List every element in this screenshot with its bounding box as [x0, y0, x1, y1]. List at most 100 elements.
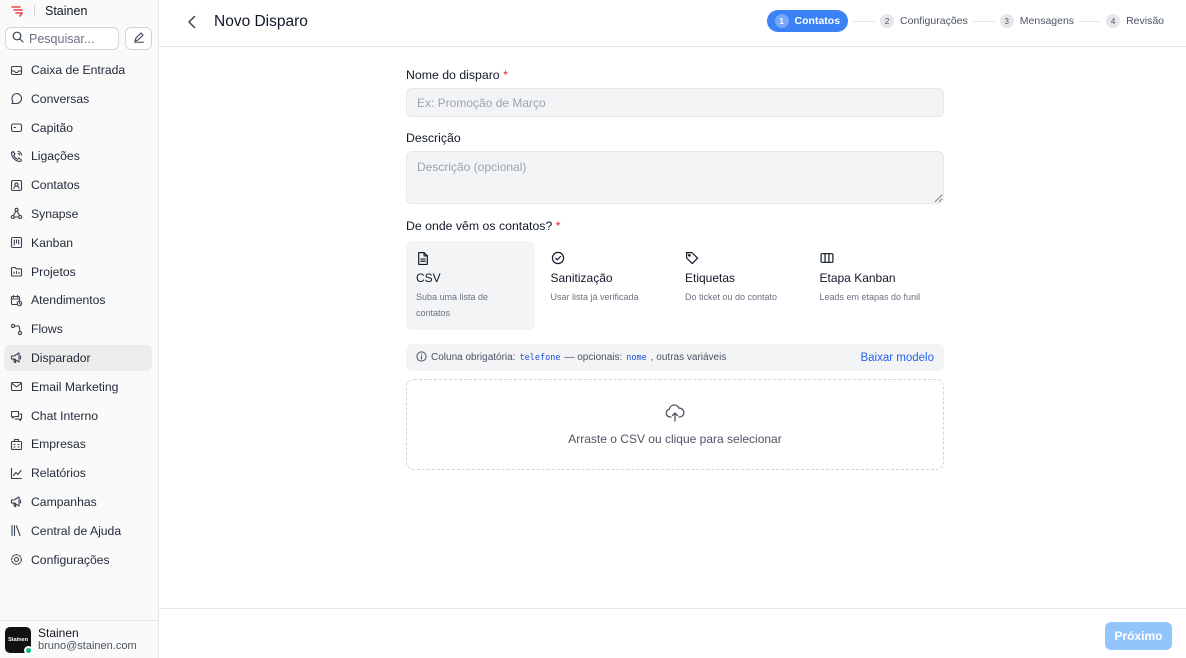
step-1[interactable]: 1 Contatos [766, 10, 849, 32]
sidebar-item-label: Projetos [31, 264, 76, 279]
gear-icon [10, 553, 23, 566]
chat-double-icon [10, 409, 23, 422]
back-arrow-icon[interactable] [184, 14, 200, 30]
avatar-text: Stainen [8, 636, 28, 643]
user-email: bruno@stainen.com [38, 640, 137, 652]
sidebar-item-kanban[interactable]: Kanban [4, 230, 152, 256]
sidebar-item-empresas[interactable]: Empresas [4, 431, 152, 457]
step-number: 4 [1106, 14, 1121, 28]
robot-icon [10, 121, 23, 134]
step-2[interactable]: 2 Configurações [880, 10, 968, 32]
next-button[interactable]: Próximo [1105, 622, 1172, 650]
sidebar-item-flows[interactable]: Flows [4, 316, 152, 342]
step-label: Mensagens [1019, 15, 1075, 27]
dispatch-form: Nome do disparo * Descrição De onde vêm … [406, 68, 944, 470]
sidebar-item-email-marketing[interactable]: Email Marketing [4, 374, 152, 400]
new-item-button[interactable] [125, 27, 152, 50]
description-textarea[interactable] [406, 151, 944, 204]
step-number: 3 [999, 14, 1014, 28]
wizard-stepper: 1 Contatos 2 Configurações 3 Mensagens 4 Revisã… [766, 10, 1164, 32]
sidebar-item-label: Caixa de Entrada [31, 63, 126, 77]
avatar: Stainen [5, 626, 33, 655]
sidebar-item-ligacoes[interactable]: Ligações [4, 143, 152, 169]
sidebar-item-label: Contatos [31, 178, 80, 193]
tag-icon [685, 251, 794, 265]
source-name: Etiquetas [685, 271, 736, 285]
contact-card-icon [10, 179, 23, 192]
sidebar-item-campanhas[interactable]: Campanhas [4, 489, 152, 515]
source-option-2[interactable]: Sanitização Usar lista já verificada [541, 241, 670, 330]
step-label: Revisão [1126, 15, 1164, 27]
source-label: De onde vêm os contatos? * [406, 219, 561, 233]
sidebar-item-conversas[interactable]: Conversas [4, 86, 152, 112]
source-option-4[interactable]: Etapa Kanban Leads em etapas do funil [810, 241, 939, 330]
sidebar-nav: Caixa de Entrada Conversas Capitão Ligações… [0, 57, 158, 573]
sidebar-item-label: Campanhas [31, 494, 97, 509]
sidebar-item-label: Email Marketing [31, 379, 119, 394]
sidebar-item-central-de-ajuda[interactable]: Central de Ajuda [4, 518, 152, 544]
building-icon [10, 438, 23, 451]
sidebar-item-chat-interno[interactable]: Chat Interno [4, 403, 152, 429]
search-box[interactable] [5, 27, 119, 50]
sidebar-item-projetos[interactable]: Projetos [4, 259, 152, 285]
csv-info-banner: Coluna obrigatória: telefone — opcionais… [406, 344, 944, 371]
brand-divider [34, 5, 35, 17]
step-label: Configurações [900, 15, 968, 27]
sidebar-item-synapse[interactable]: Synapse [4, 201, 152, 227]
pencil-icon [133, 30, 145, 48]
search-input[interactable] [29, 31, 109, 46]
brand-name: Stainen [45, 4, 88, 18]
download-template-link[interactable]: Baixar modelo [860, 352, 934, 364]
source-description: Usar lista já verificada [550, 292, 639, 302]
source-name: Etapa Kanban [819, 271, 896, 285]
sidebar-item-label: Conversas [31, 91, 90, 106]
step-4[interactable]: 4 Revisão [1106, 10, 1164, 32]
flow-icon [10, 323, 23, 336]
top-bar: Novo Disparo 1 Contatos 2 Configurações 3 Men… [159, 0, 1186, 47]
sidebar-item-disparador[interactable]: Disparador [4, 344, 152, 371]
sidebar-item-capitao[interactable]: Capitão [4, 115, 152, 141]
app: Stainen Caixa de Entrada Conversas Capitão… [0, 0, 1186, 658]
info-icon [416, 350, 427, 365]
sidebar-item-configuracoes[interactable]: Configurações [4, 547, 152, 573]
step-3[interactable]: 3 Mensagens [999, 10, 1075, 32]
columns-icon [819, 251, 929, 265]
dispatch-name-input[interactable] [406, 88, 944, 117]
required-column: telefone [519, 352, 561, 363]
sidebar-item-atendimentos[interactable]: Atendimentos [4, 287, 152, 313]
kanban-icon [10, 236, 23, 249]
csv-dropzone[interactable]: Arraste o CSV ou clique para selecionar [406, 379, 944, 470]
description-label: Descrição [406, 131, 461, 145]
source-option-1[interactable]: CSV Suba uma lista de contatos [406, 241, 535, 330]
source-description: Leads em etapas do funil [819, 292, 921, 302]
info-suffix: , outras variáveis [650, 352, 727, 363]
dropzone-text: Arraste o CSV ou clique para selecionar [568, 431, 782, 446]
step-connector [853, 20, 876, 22]
sidebar: Stainen Caixa de Entrada Conversas Capitão… [0, 0, 159, 658]
sidebar-item-label: Relatórios [31, 466, 86, 481]
inbox-icon [10, 64, 23, 77]
user-name: Stainen [38, 626, 79, 640]
sidebar-item-relatorios[interactable]: Relatórios [4, 460, 152, 486]
sidebar-item-caixa-de-entrada[interactable]: Caixa de Entrada [4, 57, 152, 83]
sidebar-item-label: Capitão [31, 120, 74, 135]
source-name: CSV [416, 271, 441, 285]
chat-bubble-icon [10, 92, 23, 105]
source-option-3[interactable]: Etiquetas Do ticket ou do contato [675, 241, 804, 330]
step-connector [1079, 20, 1102, 22]
sidebar-item-label: Central de Ajuda [31, 523, 122, 538]
user-profile[interactable]: Stainen Stainen bruno@stainen.com [0, 620, 158, 658]
sidebar-item-label: Kanban [31, 235, 74, 250]
user-info: Stainen bruno@stainen.com [38, 626, 137, 653]
books-icon [10, 524, 23, 537]
sidebar-item-label: Atendimentos [31, 293, 106, 308]
sidebar-item-label: Flows [31, 322, 63, 337]
info-middle: — opcionais: [564, 352, 623, 363]
step-label: Contatos [794, 15, 841, 27]
sidebar-item-label: Disparador [31, 350, 91, 365]
megaphone-icon [10, 351, 23, 364]
sidebar-item-label: Configurações [31, 552, 110, 567]
required-mark: * [555, 219, 561, 233]
sidebar-item-contatos[interactable]: Contatos [4, 172, 152, 198]
phone-icon [10, 150, 23, 163]
